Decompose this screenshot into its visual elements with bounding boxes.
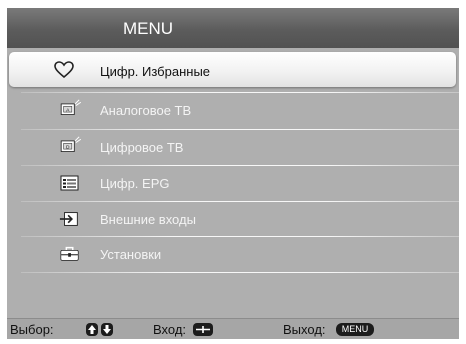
digital-tv-icon: D — [60, 136, 82, 152]
menu-item-label: Аналоговое ТВ — [100, 103, 192, 118]
menu-divider — [21, 165, 459, 166]
menu-list: Цифр. Избранные A Аналоговое ТВ D Цифров… — [7, 48, 459, 318]
enter-hint-label: Вход: — [153, 322, 187, 337]
menu-item-label: Цифр. EPG — [100, 176, 170, 191]
menu-item-digital-tv[interactable]: D Цифровое ТВ — [7, 130, 459, 165]
menu-item-external-inputs[interactable]: Внешние входы — [7, 202, 459, 237]
tv-menu-screen: MENU Цифр. Избранные A Аналоговое ТВ D Ц… — [7, 8, 459, 339]
up-arrow-key-icon — [86, 323, 98, 336]
menu-item-epg[interactable]: Цифр. EPG — [7, 166, 459, 201]
enter-key-icon — [193, 323, 213, 336]
menu-item-label: Установки — [100, 247, 162, 262]
exit-hint-label: Выход: — [283, 322, 326, 337]
settings-toolbox-icon — [60, 246, 79, 261]
menu-divider — [21, 236, 459, 237]
menu-divider — [21, 129, 459, 130]
menu-divider — [21, 92, 459, 93]
menu-item-analog-tv[interactable]: A Аналоговое ТВ — [7, 93, 459, 128]
menu-item-settings[interactable]: Установки — [7, 237, 459, 272]
external-input-icon — [59, 212, 78, 226]
down-arrow-key-icon — [101, 323, 113, 336]
menu-divider — [21, 272, 459, 273]
menu-item-favorites[interactable]: Цифр. Избранные — [9, 52, 456, 87]
menu-header: MENU — [7, 8, 459, 48]
select-hint-label: Выбор: — [10, 322, 54, 337]
heart-icon — [54, 61, 74, 79]
menu-item-label: Внешние входы — [100, 212, 196, 227]
status-bar: Выбор: Вход: Выход: MENU — [7, 318, 459, 339]
epg-guide-icon — [60, 175, 79, 191]
menu-item-label: Цифровое ТВ — [100, 140, 184, 155]
menu-key-icon: MENU — [336, 323, 374, 336]
svg-text:D: D — [66, 144, 70, 150]
menu-divider — [21, 201, 459, 202]
menu-item-label: Цифр. Избранные — [100, 64, 211, 79]
menu-title: MENU — [123, 19, 174, 38]
analog-tv-icon: A — [60, 99, 82, 115]
